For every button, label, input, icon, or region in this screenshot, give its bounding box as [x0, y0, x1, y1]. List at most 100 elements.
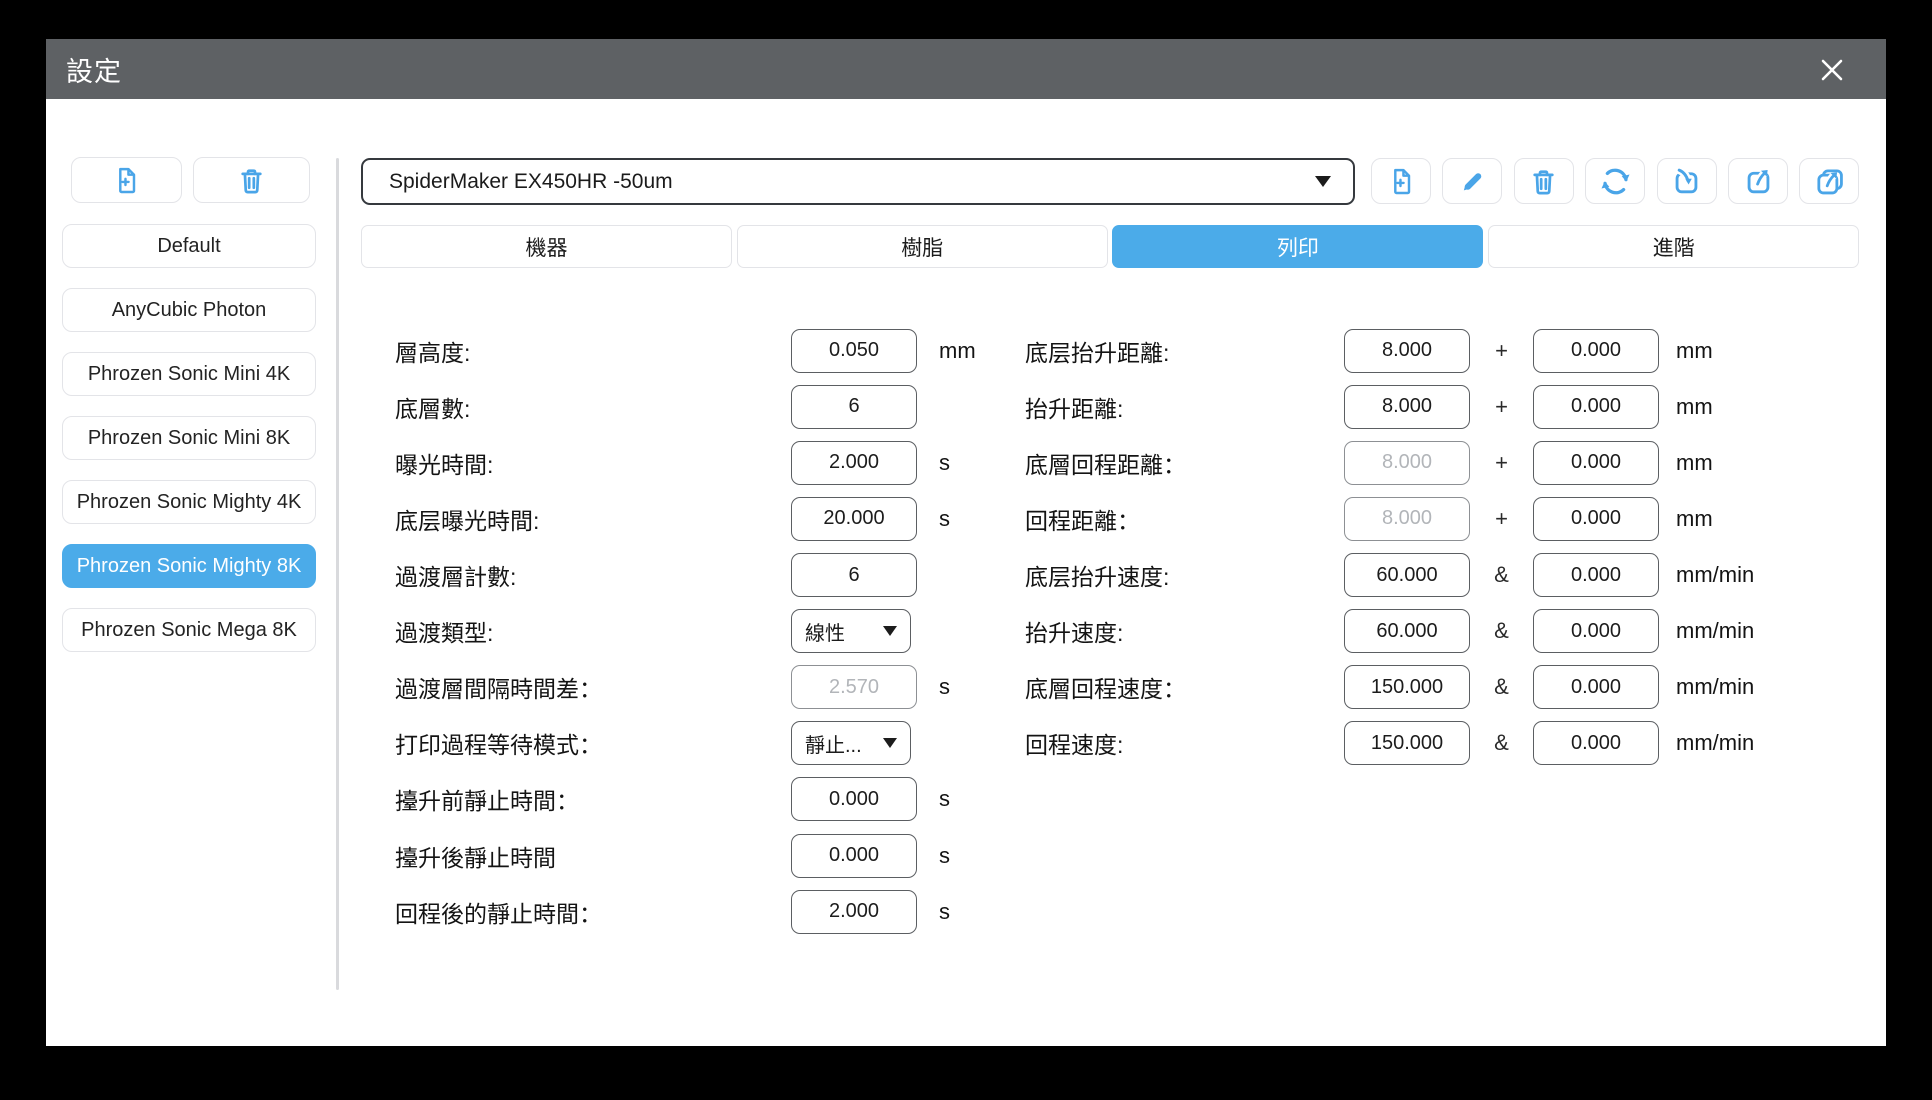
rename-preset-button[interactable]: [1442, 158, 1503, 204]
form-row-right: 底層回程距離： 8.000 +0.000 mm: [1025, 435, 1713, 491]
field-label: 抬升速度:: [1025, 620, 1124, 647]
pencil-icon: [1457, 166, 1488, 197]
field-label: 底層回程距離：: [1025, 451, 1186, 478]
unit-label: s: [939, 674, 950, 700]
tab-2[interactable]: 樹脂: [736, 225, 1108, 268]
value-input[interactable]: 6: [791, 384, 917, 429]
field-label: 過渡類型:: [395, 620, 494, 647]
tab-1[interactable]: 機器: [361, 225, 732, 268]
profile-item[interactable]: Default: [62, 224, 316, 268]
value-input[interactable]: 60.000: [1344, 553, 1470, 597]
field-label: 過渡層間隔時間差：: [395, 676, 602, 703]
profile-item[interactable]: Phrozen Sonic Mighty 8K: [62, 544, 316, 588]
profile-item[interactable]: AnyCubic Photon: [62, 288, 316, 332]
file-plus-icon: [111, 165, 142, 196]
profile-item[interactable]: Phrozen Sonic Mighty 4K: [62, 480, 316, 524]
value-input[interactable]: 0.000: [1533, 721, 1659, 766]
unit-label: s: [939, 898, 950, 924]
separator-label: &: [1494, 674, 1509, 700]
value-input[interactable]: 0.000: [1533, 553, 1659, 597]
field-label: 抬升距離:: [1025, 395, 1124, 422]
field-label: 擡升後靜止時間: [395, 844, 556, 871]
value-input[interactable]: 0.000: [791, 777, 917, 822]
value-input[interactable]: 0.000: [1533, 440, 1659, 485]
close-button[interactable]: [1814, 52, 1850, 88]
value-input[interactable]: 20.000: [791, 496, 917, 541]
new-profile-button[interactable]: [71, 157, 182, 203]
unit-label: mm: [1676, 337, 1713, 363]
value-input[interactable]: 0.050: [791, 328, 917, 373]
value-select[interactable]: 靜止...: [791, 721, 911, 766]
value-input[interactable]: 8.000: [1344, 496, 1470, 541]
new-preset-button[interactable]: [1371, 158, 1431, 204]
preset-select-value: SpiderMaker EX450HR -50um: [389, 169, 673, 193]
separator-label: +: [1495, 505, 1508, 531]
export-preset-button[interactable]: [1728, 158, 1788, 204]
value-input[interactable]: 60.000: [1344, 609, 1470, 654]
unit-label: mm: [1676, 505, 1713, 531]
refresh-presets-button[interactable]: [1585, 158, 1646, 204]
value-input[interactable]: 0.000: [791, 833, 917, 878]
field-label: 過渡層計數:: [395, 564, 517, 590]
preset-select[interactable]: SpiderMaker EX450HR -50um: [361, 158, 1355, 205]
unit-label: mm/min: [1676, 618, 1755, 644]
file-plus-icon: [1386, 166, 1417, 197]
value-input[interactable]: 0.000: [1533, 384, 1659, 429]
profile-item[interactable]: Phrozen Sonic Mini 4K: [62, 352, 316, 396]
delete-profile-button[interactable]: [193, 157, 310, 203]
export-icon: [1743, 166, 1774, 197]
sidebar-divider: [336, 158, 339, 990]
value-input[interactable]: 2.000: [791, 889, 917, 934]
select-value: 線性: [805, 622, 845, 645]
value-input[interactable]: 0.000: [1533, 496, 1659, 541]
field-label: 曝光時間:: [395, 451, 494, 478]
field-label: 打印過程等待模式：: [395, 732, 602, 759]
refresh-icon: [1599, 165, 1632, 198]
value-input[interactable]: 6: [791, 553, 917, 597]
tab-3[interactable]: 列印: [1112, 225, 1484, 268]
field-label: 回程速度:: [1025, 732, 1124, 759]
field-label: 回程距離：: [1025, 507, 1140, 534]
value-input[interactable]: 0.000: [1533, 328, 1659, 373]
delete-preset-button[interactable]: [1513, 158, 1574, 204]
export-all-presets-button[interactable]: [1799, 158, 1860, 204]
value-input[interactable]: 150.000: [1344, 721, 1470, 766]
caret-down-icon: [1315, 176, 1331, 187]
value-input[interactable]: 2.000: [791, 440, 917, 485]
unit-label: mm: [1676, 393, 1713, 419]
value-input[interactable]: 8.000: [1344, 440, 1470, 485]
form-row-left: 底层曝光時間: 20.000 s: [395, 491, 950, 547]
form-row-right: 回程速度: 150.000 & 0.000 mm/min: [1025, 715, 1754, 771]
field-label: 底层抬升速度:: [1025, 564, 1170, 590]
form-row-right: 底層回程速度： 150.000 & 0.000 mm/min: [1025, 659, 1754, 715]
trash-icon: [236, 165, 267, 196]
import-icon: [1671, 166, 1702, 197]
profile-item[interactable]: Phrozen Sonic Mini 8K: [62, 416, 316, 460]
form-row-left: 擡升前靜止時間： 0.000 s: [395, 771, 950, 827]
unit-label: s: [939, 842, 950, 868]
value-input[interactable]: 150.000: [1344, 665, 1470, 710]
value-input[interactable]: 8.000: [1344, 384, 1470, 429]
field-label: 底层抬升距離:: [1025, 339, 1170, 366]
form-row-left: 曝光時間: 2.000 s: [395, 435, 950, 491]
value-input[interactable]: 2.570: [791, 665, 917, 710]
value-select[interactable]: 線性: [791, 609, 911, 654]
import-preset-button[interactable]: [1656, 158, 1717, 204]
separator-label: &: [1494, 730, 1509, 756]
value-input[interactable]: 0.000: [1533, 609, 1659, 654]
unit-label: s: [939, 505, 950, 531]
form-row-left: 打印過程等待模式： 靜止...: [395, 715, 911, 771]
caret-down-icon: [883, 626, 897, 637]
unit-label: mm/min: [1676, 730, 1755, 756]
field-label: 層高度:: [395, 339, 471, 366]
form-row-right: 底层抬升距離: 8.000 +0.000 mm: [1025, 323, 1713, 379]
form-row-left: 過渡類型: 線性: [395, 603, 911, 659]
value-input[interactable]: 8.000: [1344, 328, 1470, 373]
tab-4[interactable]: 進階: [1488, 225, 1860, 268]
form-row-left: 底層數: 6: [395, 379, 917, 435]
form-row-left: 擡升後靜止時間 0.000 s: [395, 828, 950, 884]
dialog-titlebar: 設定: [46, 39, 1886, 99]
profile-item[interactable]: Phrozen Sonic Mega 8K: [62, 608, 316, 652]
value-input[interactable]: 0.000: [1533, 665, 1659, 710]
sidebar-actions: [71, 157, 310, 203]
